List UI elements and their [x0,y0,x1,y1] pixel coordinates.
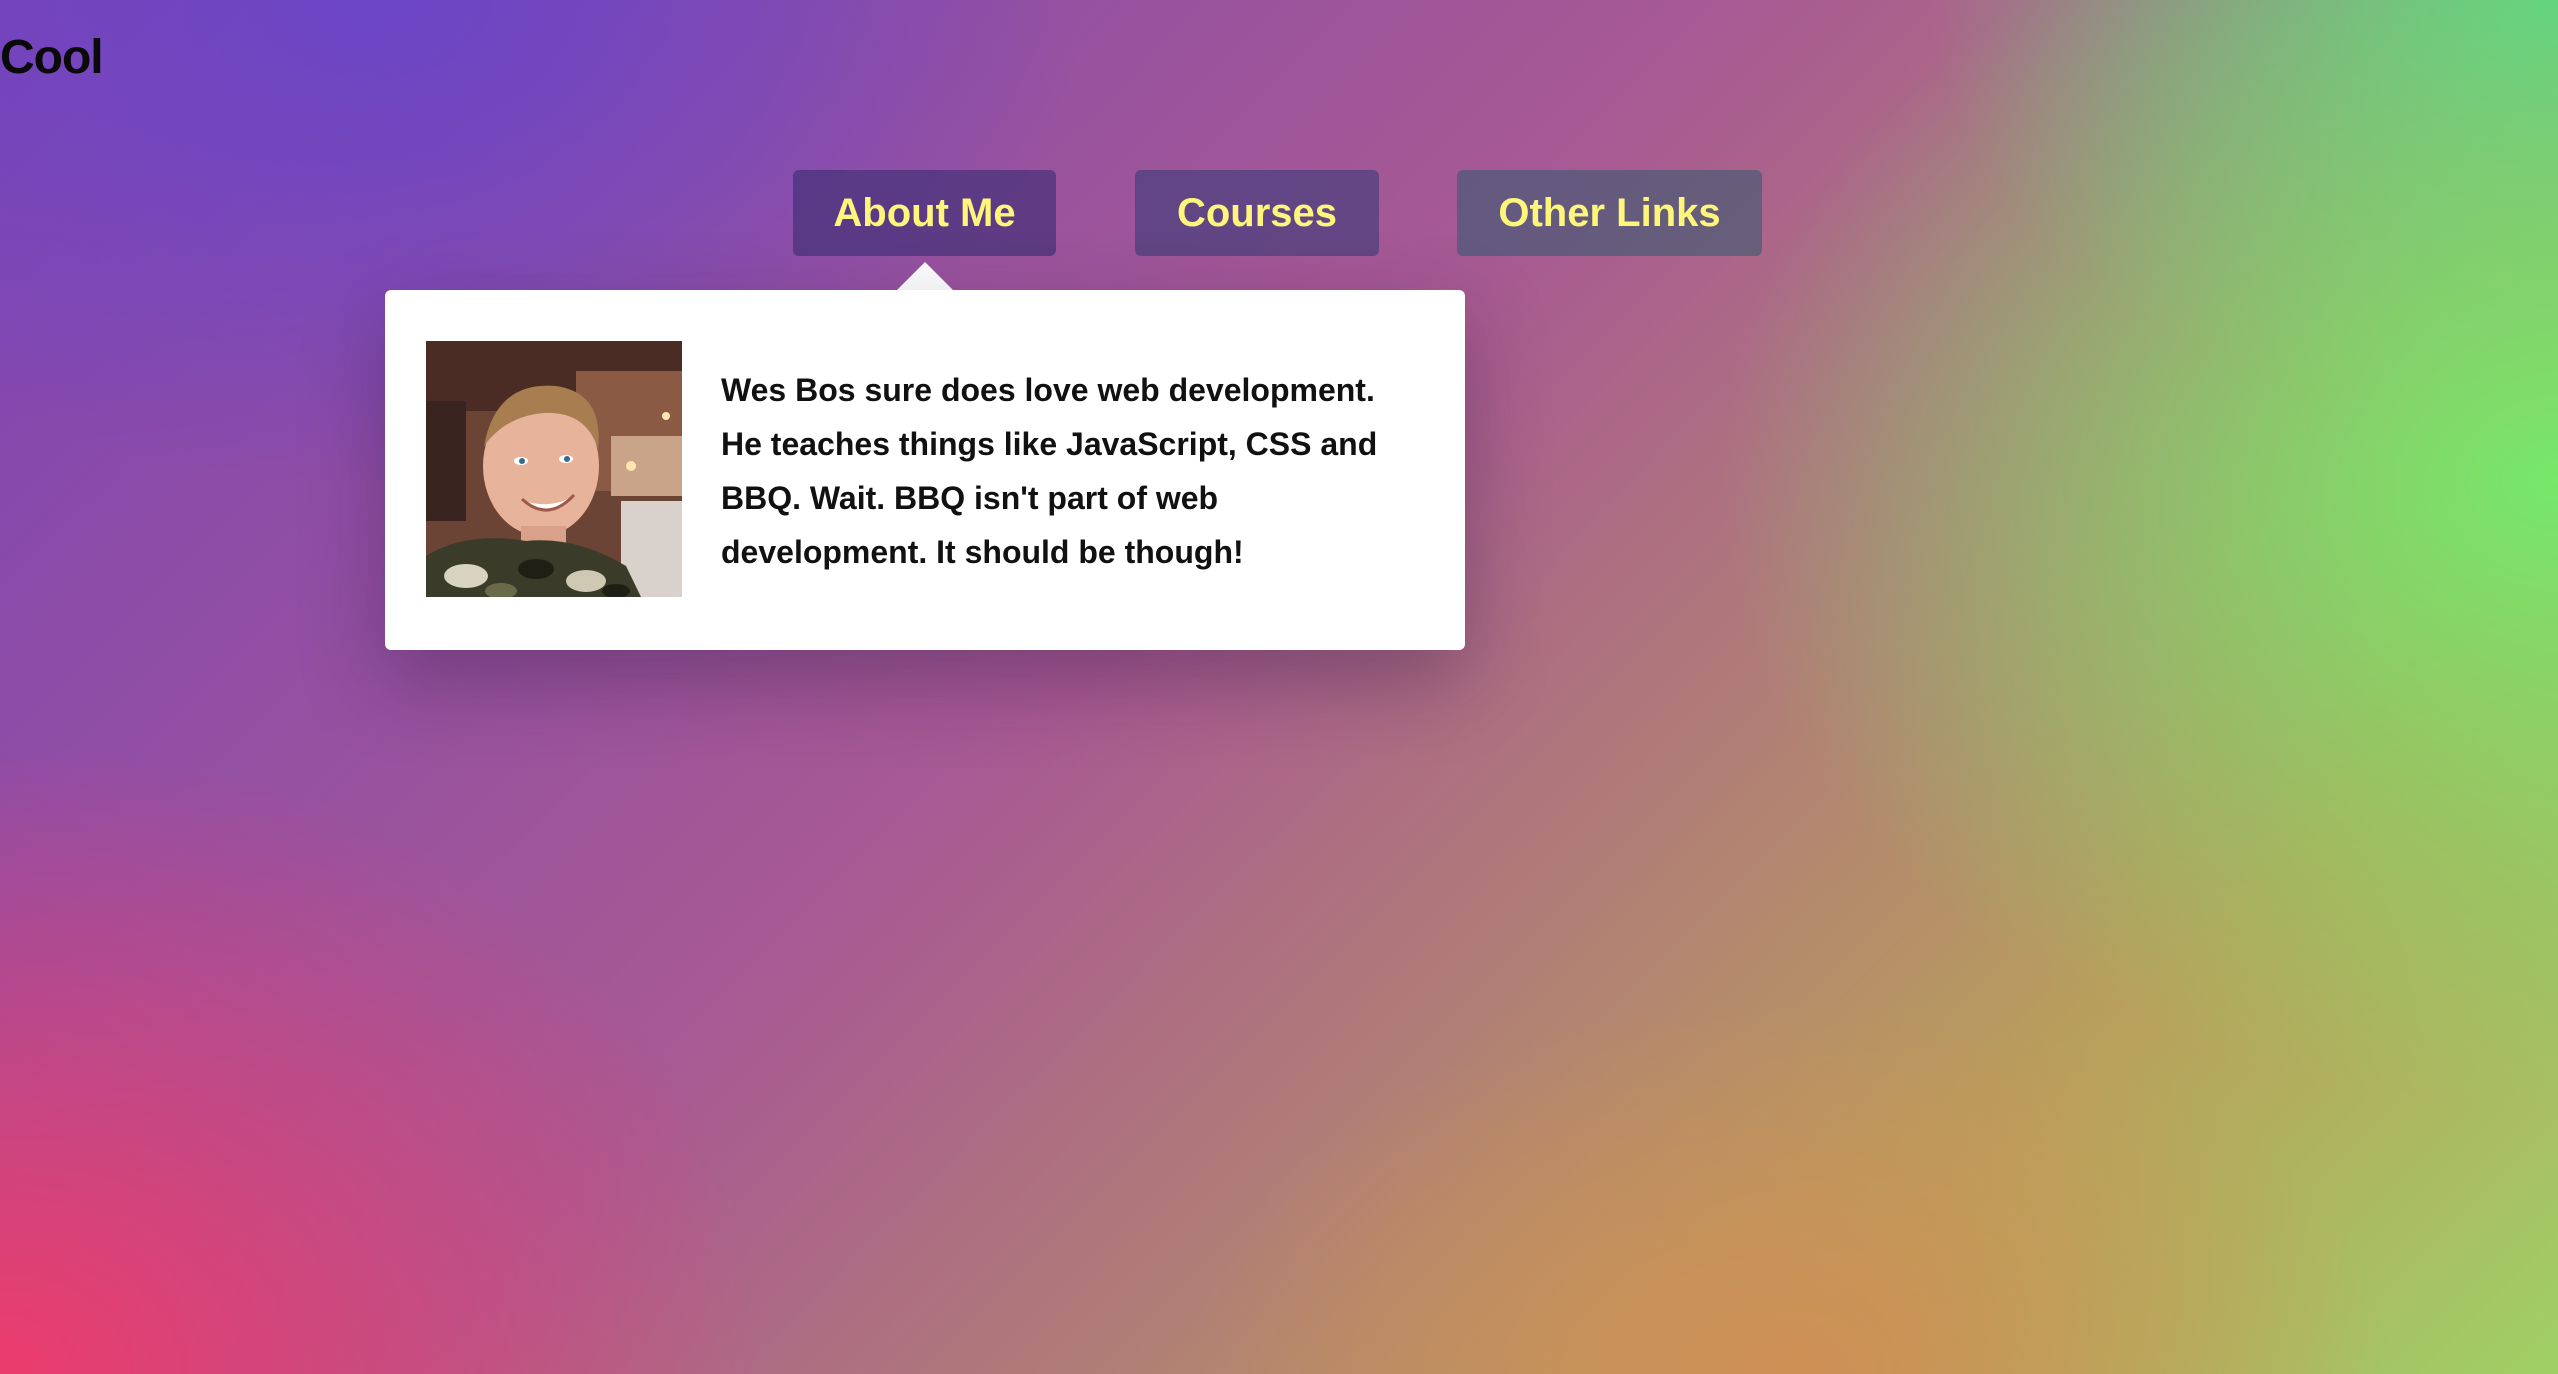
about-me-dropdown: Wes Bos sure does love web development. … [385,290,1465,650]
nav-item-about-me[interactable]: About Me [793,170,1056,256]
avatar [426,341,682,597]
dropdown-arrow [896,262,954,291]
nav-item-courses[interactable]: Courses [1135,170,1379,256]
person-photo-icon [426,341,682,597]
top-nav: About Me Courses Other Links [0,170,2558,256]
nav-item-other-links[interactable]: Other Links [1457,170,1762,256]
bio-text: Wes Bos sure does love web development. … [721,372,1378,570]
site-title: Cool [0,31,104,84]
